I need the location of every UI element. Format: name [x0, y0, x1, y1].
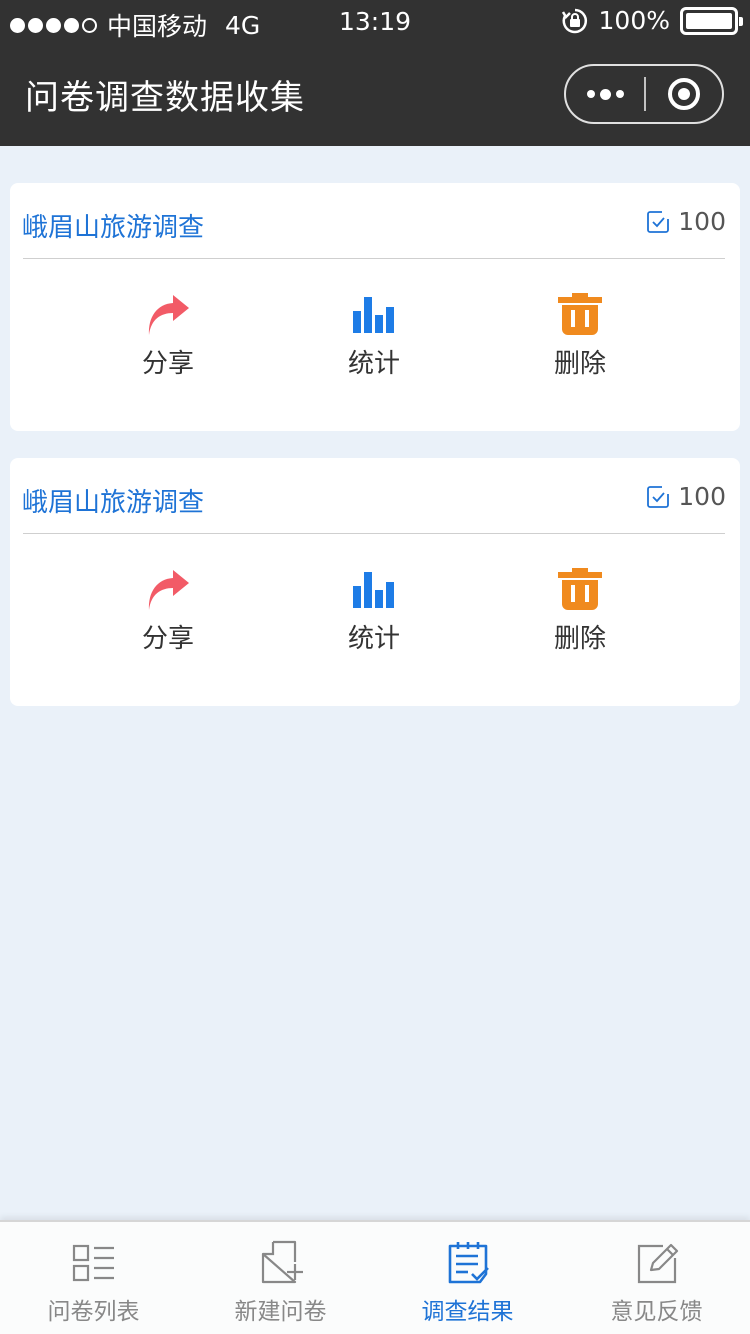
- response-count-value: 100: [678, 207, 726, 236]
- response-count-value: 100: [678, 482, 726, 511]
- tab-results[interactable]: 调查结果: [374, 1222, 561, 1334]
- more-menu-icon[interactable]: [566, 66, 644, 122]
- top-bar: 中国移动 4G 13:19 100% 问卷调查数据收集: [0, 0, 750, 146]
- share-button[interactable]: 分享: [108, 568, 228, 655]
- checkbox-checked-icon: [647, 210, 670, 233]
- survey-title[interactable]: 峨眉山旅游调查: [22, 482, 204, 519]
- stats-label: 统计: [347, 349, 400, 379]
- card-actions: 分享 统计 删除: [10, 293, 740, 393]
- share-label: 分享: [141, 624, 194, 654]
- trash-icon: [558, 568, 602, 610]
- delete-button[interactable]: 删除: [520, 293, 640, 380]
- share-arrow-icon: [148, 295, 189, 335]
- stats-button[interactable]: 统计: [314, 293, 434, 380]
- tab-label: 意见反馈: [610, 1299, 703, 1325]
- delete-label: 删除: [553, 349, 606, 379]
- status-bar: 中国移动 4G 13:19 100%: [0, 0, 750, 44]
- share-label: 分享: [141, 349, 194, 379]
- battery-icon: [680, 6, 743, 35]
- battery-percent: 100%: [598, 6, 670, 35]
- feedback-edit-icon: [637, 1243, 678, 1284]
- tab-survey-list[interactable]: 问卷列表: [0, 1222, 187, 1334]
- card-actions: 分享 统计 删除: [10, 568, 740, 668]
- bar-chart-icon: [353, 297, 394, 333]
- divider: [23, 258, 725, 259]
- response-count: 100: [646, 482, 726, 511]
- tab-feedback[interactable]: 意见反馈: [563, 1222, 750, 1334]
- page-title: 问卷调查数据收集: [25, 78, 305, 118]
- bottom-tab-bar: 问卷列表 新建问卷 调查结果 意见反馈: [0, 1220, 750, 1334]
- response-count: 100: [646, 207, 726, 236]
- share-button[interactable]: 分享: [108, 293, 228, 380]
- new-doc-icon: [261, 1240, 303, 1284]
- tab-new-survey[interactable]: 新建问卷: [187, 1222, 374, 1334]
- survey-card: 峨眉山旅游调查 100 分享 统计 删除: [10, 183, 740, 431]
- trash-icon: [558, 293, 602, 335]
- bar-chart-icon: [353, 572, 394, 608]
- divider: [23, 533, 725, 534]
- results-icon: [448, 1242, 489, 1284]
- delete-label: 删除: [553, 624, 606, 654]
- tab-label: 新建问卷: [234, 1299, 327, 1325]
- checkbox-checked-icon: [647, 485, 670, 508]
- tab-label: 问卷列表: [47, 1299, 140, 1325]
- target-icon: [667, 78, 700, 110]
- tab-label: 调查结果: [421, 1299, 514, 1325]
- close-miniprogram-button[interactable]: [646, 66, 722, 122]
- share-arrow-icon: [148, 570, 189, 610]
- miniprogram-capsule: [564, 64, 724, 124]
- rotation-lock-icon: [561, 8, 587, 33]
- survey-card: 峨眉山旅游调查 100 分享 统计 删除: [10, 458, 740, 706]
- status-right: 100%: [561, 6, 743, 35]
- stats-label: 统计: [347, 624, 400, 654]
- list-icon: [72, 1244, 114, 1282]
- delete-button[interactable]: 删除: [520, 568, 640, 655]
- survey-title[interactable]: 峨眉山旅游调查: [22, 207, 204, 244]
- stats-button[interactable]: 统计: [314, 568, 434, 655]
